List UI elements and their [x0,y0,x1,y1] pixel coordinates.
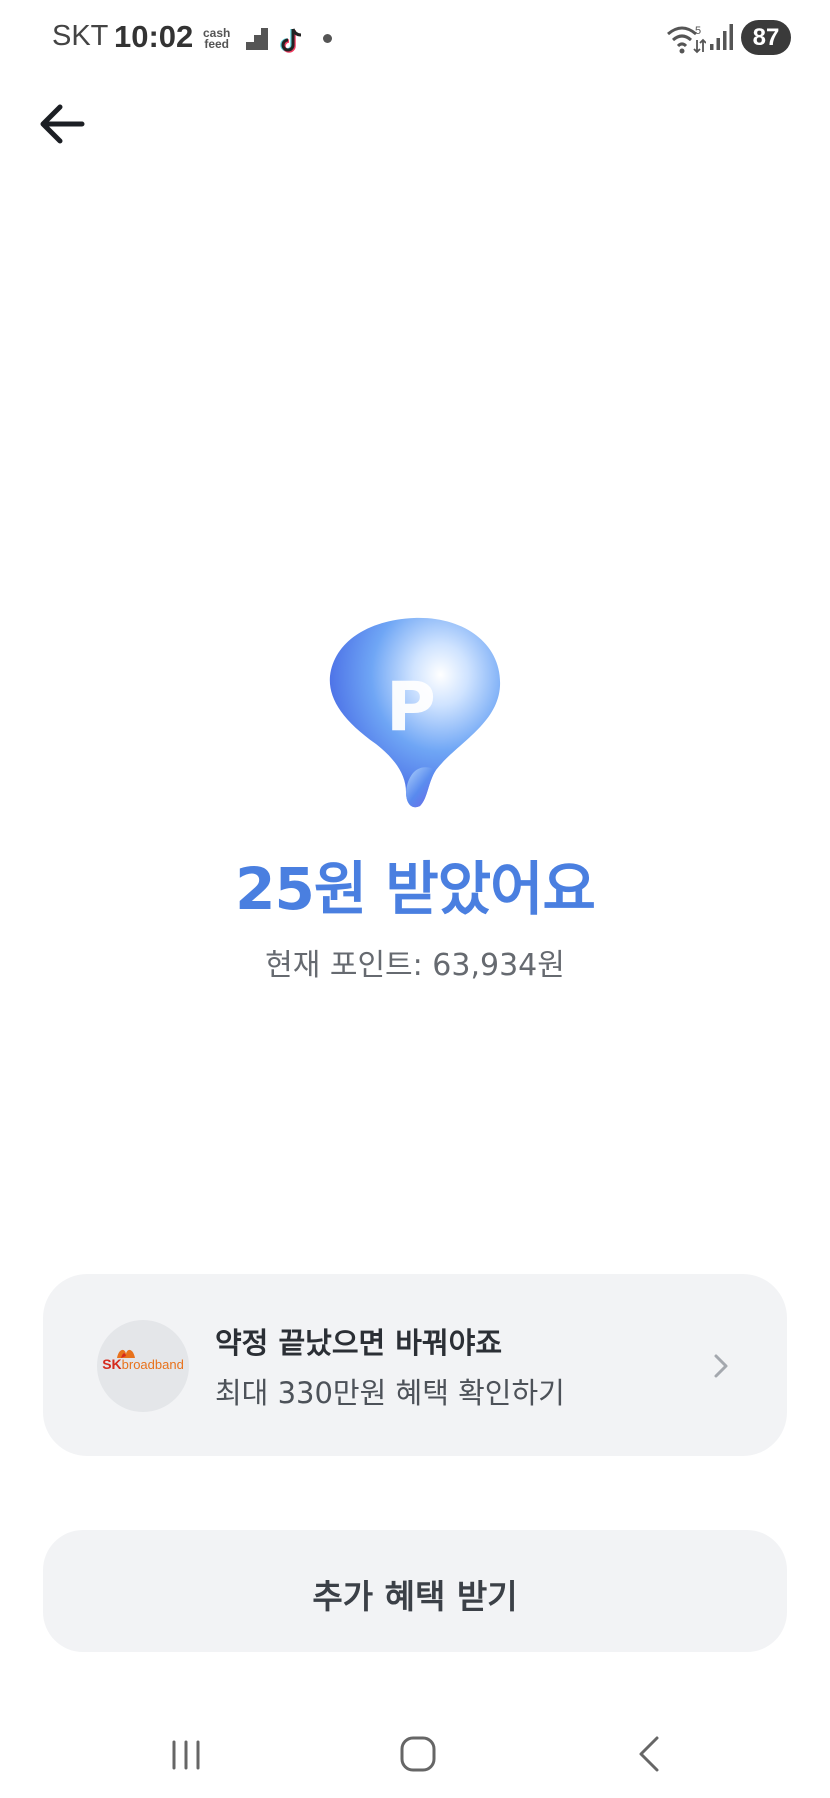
recent-apps-button[interactable] [156,1724,216,1784]
screen: SKT 10:02 cash feed 5 87 P 25원 받았어요 현재 포… [0,0,830,1798]
status-time: 10:02 [114,19,194,54]
cashfeed-icon: cash feed [203,27,230,51]
recent-apps-icon [172,1740,200,1770]
back-button[interactable] [34,96,90,152]
status-bar: SKT 10:02 cash feed 5 87 [0,0,830,78]
extra-benefit-button[interactable]: 추가 혜택 받기 [43,1530,787,1652]
current-points: 현재 포인트: 63,934원 [265,948,565,983]
chevron-right-icon [714,1354,728,1378]
notification-dot-icon [323,34,332,43]
system-nav-bar [0,1710,830,1798]
extra-benefit-label: 추가 혜택 받기 [312,1577,518,1616]
promo-card[interactable]: SKbroadband 약정 끝났으면 바꿔야죠 최대 330만원 혜택 확인하… [43,1274,787,1456]
promo-subtitle: 최대 330만원 혜택 확인하기 [215,1376,565,1410]
logo-sk: SK [102,1356,122,1372]
wifi-icon: 5 [667,25,706,54]
stairs-icon [246,28,268,50]
sk-broadband-logo: SKbroadband [97,1320,189,1412]
sk-broadband-wordmark: SKbroadband [97,1356,189,1372]
logo-broadband: broadband [121,1357,184,1372]
arrow-left-icon [40,104,85,144]
system-back-button[interactable] [620,1724,680,1784]
tiktok-icon [280,28,302,53]
network-label: 5 [695,25,701,37]
promo-title: 약정 끝났으면 바꿔야죠 [215,1326,502,1360]
signal-icon [710,24,733,50]
home-button[interactable] [388,1724,448,1784]
point-logo-letter: P [386,668,436,747]
battery-indicator: 87 [741,20,791,55]
cashfeed-line2: feed [204,37,230,51]
status-carrier: SKT [52,20,109,52]
home-icon [400,1736,436,1772]
chevron-left-icon [639,1736,659,1772]
reward-title: 25원 받았어요 [235,855,596,923]
point-logo-icon: P [329,617,501,808]
